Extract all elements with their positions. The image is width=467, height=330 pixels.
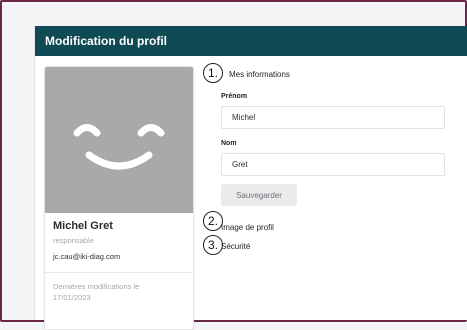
last-modified-text: Dernières modifications le 17/01/2023	[53, 282, 140, 302]
last-name-label: Nom	[221, 140, 237, 147]
section-security[interactable]: Sécurité	[221, 242, 250, 251]
page-title: Modification du profil	[35, 26, 467, 56]
profile-card: Michel Gret responsable jc.cau@iki-diag.…	[44, 66, 194, 330]
profile-panel: Modification du profil Michel Gret respo…	[34, 26, 467, 330]
last-name-field[interactable]	[221, 153, 445, 176]
profile-role: responsable	[53, 236, 94, 245]
first-name-field[interactable]	[221, 106, 445, 129]
smiley-face-icon	[73, 124, 165, 170]
step-number-2: 2.	[203, 211, 223, 231]
save-button[interactable]: Sauvegarder	[221, 184, 297, 206]
profile-name: Michel Gret	[53, 220, 113, 232]
card-divider	[45, 272, 193, 273]
step-number-3: 3.	[203, 235, 223, 255]
first-name-label: Prénom	[221, 93, 248, 100]
profile-email: jc.cau@iki-diag.com	[53, 252, 121, 261]
section-profile-image[interactable]: Image de profil	[221, 223, 274, 232]
step-number-1: 1.	[203, 63, 223, 83]
section-my-info[interactable]: Mes informations	[229, 70, 290, 79]
avatar	[45, 67, 193, 213]
window-frame: Modification du profil Michel Gret respo…	[0, 0, 467, 330]
